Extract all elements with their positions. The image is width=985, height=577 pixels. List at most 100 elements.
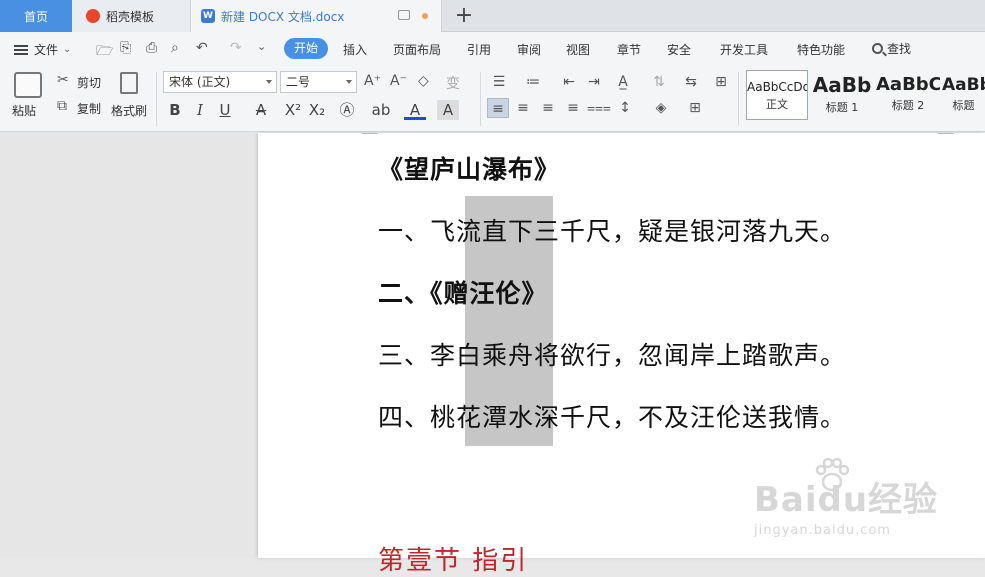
superscript-icon[interactable]: X²	[282, 100, 304, 120]
customize-dropdown-icon[interactable]: ⌄	[257, 40, 266, 53]
shrink-font-icon[interactable]: A⁻	[390, 73, 407, 89]
watermark-url: jingyan.baidu.com	[754, 523, 891, 538]
tab-home-label: 首页	[23, 9, 48, 24]
doc-line-3[interactable]: 三、李白乘舟将欲行，忽闻岸上踏歌声。	[378, 336, 846, 372]
tab-home[interactable]: 首页	[0, 0, 72, 32]
window-mode-icon[interactable]	[398, 10, 410, 20]
word-doc-icon: W	[201, 9, 215, 23]
tab-insert[interactable]: 插入	[343, 41, 367, 58]
style-sample: AaBb	[942, 75, 985, 95]
style-heading-1[interactable]: AaBb 标题 1	[810, 70, 874, 120]
strikethrough-icon[interactable]: A	[250, 100, 272, 120]
tab-template[interactable]: 稻壳模板	[72, 0, 190, 32]
distributed-align-icon[interactable]: ⩶	[587, 98, 611, 118]
search-label: 查找	[887, 42, 912, 56]
format-painter-icon[interactable]	[120, 72, 138, 94]
align-left-button[interactable]: ≡	[487, 98, 509, 118]
redo-icon[interactable]: ↷	[230, 40, 242, 56]
clear-format-icon[interactable]: ◇	[418, 73, 429, 89]
doc-title-line[interactable]: 《望庐山瀑布》	[378, 150, 560, 186]
style-name: 标题 2	[891, 99, 925, 112]
font-color-icon[interactable]: A	[404, 100, 426, 120]
style-sample: AaBbCcDd	[747, 80, 807, 94]
search-button[interactable]: 查找	[872, 40, 911, 57]
bold-button[interactable]: B	[164, 100, 186, 120]
tab-section[interactable]: 章节	[617, 41, 641, 58]
tab-special-features[interactable]: 特色功能	[797, 41, 845, 58]
paste-icon[interactable]	[14, 72, 42, 98]
show-hide-marks-icon[interactable]: ⇆	[680, 72, 702, 92]
menu-bar: 文件 ⌄ 🗁 ⎘ ⎙ ⌕ ↶ ↷ ⌄ 开始 插入 页面布局 引用 审阅 视图 章…	[0, 32, 985, 66]
ribbon-divider	[480, 72, 481, 126]
unsaved-dot-icon	[422, 13, 428, 19]
tab-view[interactable]: 视图	[566, 41, 590, 58]
undo-icon[interactable]: ↶	[196, 40, 208, 56]
style-title[interactable]: AaBb 标题	[942, 70, 985, 120]
format-painter-button[interactable]: 格式刷	[111, 102, 147, 119]
highlight-color-icon[interactable]: ab	[370, 100, 392, 120]
ribbon-divider	[156, 72, 157, 126]
sort-icon[interactable]: ⇅	[648, 72, 670, 92]
style-sample: AaBbC	[876, 74, 940, 95]
text-effect-icon[interactable]: Ⓐ	[336, 100, 358, 120]
copy-icon[interactable]: ⧉	[57, 98, 67, 114]
save-icon[interactable]: ⎘	[120, 40, 131, 56]
tab-developer[interactable]: 开发工具	[720, 41, 768, 58]
tab-page-layout[interactable]: 页面布局	[393, 41, 441, 58]
style-sample: AaBb	[812, 73, 872, 97]
doc-line-1[interactable]: 一、飞流直下三千尺，疑是银河落九天。	[378, 212, 846, 248]
justify-icon[interactable]: ≡	[562, 98, 584, 118]
bullet-list-icon[interactable]: ☰	[488, 72, 510, 92]
tab-security[interactable]: 安全	[667, 41, 691, 58]
ribbon-divider	[738, 72, 739, 126]
align-right-icon[interactable]: ≡	[537, 98, 559, 118]
paragraph-shading-icon[interactable]: ◈	[650, 98, 672, 118]
decrease-indent-icon[interactable]: ⇤	[558, 72, 580, 92]
baidu-watermark: Baidu经验 jingyan.baidu.com	[754, 450, 938, 538]
table-grid-icon[interactable]: ⊞	[710, 72, 732, 92]
style-heading-2[interactable]: AaBbC 标题 2	[876, 70, 940, 120]
paste-button[interactable]: 粘贴	[12, 102, 36, 119]
watermark-logo: Baidu经验	[754, 480, 939, 520]
chevron-down-icon: ⌄	[63, 44, 72, 55]
doc-line-4[interactable]: 四、桃花潭水深千尺，不及汪伦送我情。	[378, 398, 846, 434]
print-preview-icon[interactable]: ⌕	[171, 40, 179, 56]
hamburger-icon	[14, 44, 28, 55]
scissors-icon[interactable]: ✂	[57, 72, 69, 88]
doc-line-2[interactable]: 二、《赠汪伦》	[378, 274, 548, 310]
style-name: 正文	[766, 98, 788, 111]
open-folder-icon[interactable]: 🗁	[96, 40, 113, 64]
red-section-heading[interactable]: 第壹节 指引	[378, 540, 528, 577]
copy-button[interactable]: 复制	[77, 100, 101, 117]
underline-button[interactable]: U	[214, 100, 236, 120]
tab-start[interactable]: 开始	[284, 38, 328, 59]
increase-indent-icon[interactable]: ⇥	[583, 72, 605, 92]
print-icon[interactable]: ⎙	[146, 40, 157, 56]
file-menu-label: 文件	[34, 43, 59, 57]
font-name-select[interactable]: 宋体 (正文)	[163, 71, 277, 93]
new-tab-button[interactable]: +	[452, 3, 476, 29]
search-icon	[872, 43, 883, 54]
tab-review[interactable]: 审阅	[517, 41, 541, 58]
style-normal[interactable]: AaBbCcDd 正文	[746, 70, 808, 120]
subscript-icon[interactable]: X₂	[306, 100, 328, 120]
line-spacing-icon[interactable]: ↕	[614, 98, 636, 118]
grow-font-icon[interactable]: A⁺	[364, 73, 381, 89]
character-shading-icon[interactable]: A	[437, 100, 459, 120]
style-name: 标题 1	[825, 101, 859, 114]
align-center-icon[interactable]: ≡	[512, 98, 534, 118]
italic-button[interactable]: I	[189, 100, 211, 120]
chinese-layout-icon[interactable]: A̲	[612, 72, 634, 92]
font-size-select[interactable]: 二号	[280, 71, 357, 93]
numbered-list-icon[interactable]: ≔	[522, 72, 544, 92]
ribbon: 粘贴 ✂ 剪切 ⧉ 复制 格式刷 宋体 (正文) 二号 A⁺ A⁻ ◇ 变 B …	[0, 66, 985, 132]
borders-icon[interactable]: ⊞	[684, 98, 706, 118]
tab-references[interactable]: 引用	[467, 41, 491, 58]
phonetic-guide-icon[interactable]: 变	[446, 73, 460, 93]
file-menu-button[interactable]: 文件 ⌄	[14, 41, 71, 58]
flame-icon	[86, 9, 100, 23]
cut-button[interactable]: 剪切	[77, 74, 101, 91]
styles-gallery: AaBbCcDd 正文 AaBb 标题 1 AaBbC 标题 2 AaBb 标题	[744, 70, 985, 124]
margin-marker	[362, 133, 378, 134]
style-name: 标题	[952, 99, 975, 112]
